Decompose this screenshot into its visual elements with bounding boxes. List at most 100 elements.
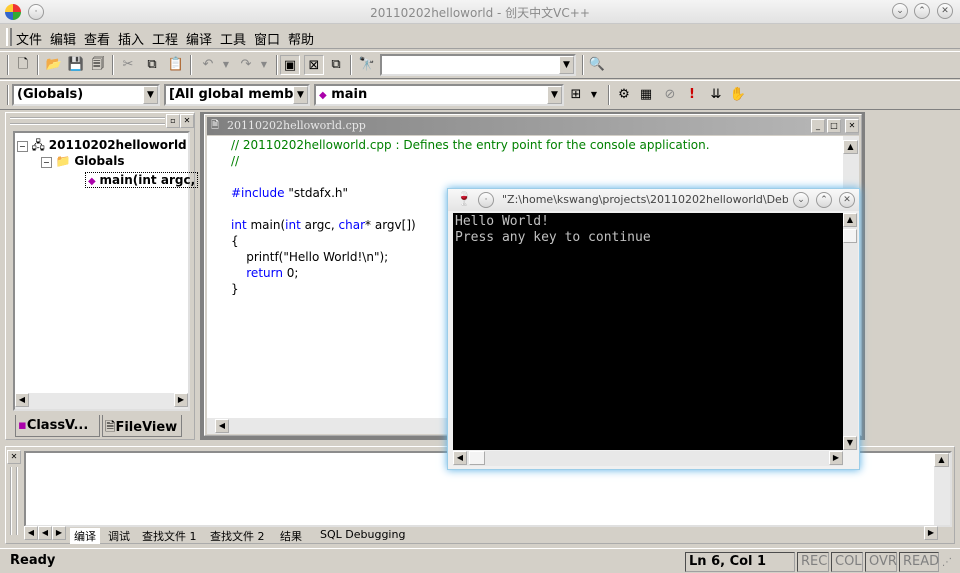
filter-combo[interactable]: [All global members ▼ bbox=[164, 84, 310, 106]
resize-grip-icon[interactable]: ⋰ bbox=[942, 557, 958, 573]
save-all-icon[interactable]: 🗐 bbox=[88, 55, 108, 75]
scroll-left-icon[interactable]: ◀ bbox=[453, 451, 467, 465]
collapse-icon[interactable]: − bbox=[17, 141, 28, 152]
console-vscrollbar[interactable]: ▲ ▼ bbox=[843, 213, 858, 450]
console-output[interactable]: Hello World! Press any key to continue bbox=[453, 213, 843, 450]
window-list-icon[interactable]: ⧉ bbox=[326, 55, 346, 75]
console-hscrollbar[interactable]: ◀ ▶ bbox=[453, 451, 843, 466]
console-menu-button[interactable]: · bbox=[478, 192, 494, 208]
find-in-files-icon[interactable]: 🔭 bbox=[357, 55, 377, 75]
menu-insert[interactable]: 插入 bbox=[118, 29, 144, 48]
workspace-close-button[interactable]: ✕ bbox=[180, 114, 194, 128]
output-grip bbox=[10, 467, 18, 535]
scroll-up-icon[interactable]: ▲ bbox=[843, 140, 858, 154]
editor-close-button[interactable]: ✕ bbox=[845, 119, 859, 133]
undo-dropdown-icon[interactable]: ▼ bbox=[216, 55, 236, 75]
tab-prev-icon[interactable]: ◀ bbox=[38, 526, 52, 540]
maximize-button[interactable]: ⌃ bbox=[914, 3, 930, 19]
indicator-read: READ bbox=[899, 552, 939, 572]
console-line: Hello World! bbox=[455, 214, 549, 229]
tree-folder[interactable]: − 📁 Globals bbox=[41, 154, 124, 168]
indicator-rec: REC bbox=[797, 552, 829, 572]
scroll-right-icon[interactable]: ▶ bbox=[174, 393, 188, 407]
go-icon[interactable]: ⇊ bbox=[706, 85, 726, 105]
menu-window[interactable]: 窗口 bbox=[254, 29, 280, 48]
paste-icon[interactable]: 📋 bbox=[166, 55, 186, 75]
redo-dropdown-icon[interactable]: ▼ bbox=[254, 55, 274, 75]
output-tabs: ◀ ◀ ▶ 编译 调试 查找文件 1 查找文件 2 结果 SQL Debuggi… bbox=[24, 525, 944, 544]
compile-icon[interactable]: ⚙ bbox=[614, 85, 634, 105]
editor-maximize-button[interactable]: □ bbox=[827, 119, 841, 133]
find-icon[interactable]: 🔍 bbox=[587, 55, 607, 75]
save-icon[interactable]: 💾 bbox=[66, 55, 86, 75]
member-combo[interactable]: ◆ main ▼ bbox=[314, 84, 564, 106]
build-icon[interactable]: ▦ bbox=[636, 85, 656, 105]
redo-icon[interactable]: ↷ bbox=[236, 55, 256, 75]
filter-combo-dropdown-icon[interactable]: ▼ bbox=[293, 86, 308, 104]
menu-tools[interactable]: 工具 bbox=[220, 29, 246, 48]
scroll-thumb[interactable] bbox=[469, 451, 485, 465]
scope-combo-dropdown-icon[interactable]: ▼ bbox=[143, 86, 158, 104]
output-vscrollbar[interactable]: ▲ bbox=[934, 453, 950, 525]
scope-combo[interactable]: (Globals) ▼ bbox=[12, 84, 160, 106]
copy-icon[interactable]: ⧉ bbox=[142, 55, 162, 75]
tab-fileview[interactable]: 🗎FileView bbox=[102, 415, 182, 437]
menu-build[interactable]: 编译 bbox=[186, 29, 212, 48]
code-line: // 20110202helloworld.cpp : Defines the … bbox=[231, 138, 710, 152]
tab-find-in-files-1[interactable]: 查找文件 1 bbox=[142, 528, 197, 544]
tab-classview[interactable]: ▪ClassV... bbox=[15, 415, 100, 437]
console-maximize-button[interactable]: ⌃ bbox=[816, 192, 832, 208]
open-icon[interactable]: 📂 bbox=[44, 55, 64, 75]
console-minimize-button[interactable]: ⌄ bbox=[793, 192, 809, 208]
workspace-icon[interactable]: ▣ bbox=[280, 55, 300, 75]
menu-help[interactable]: 帮助 bbox=[288, 29, 314, 48]
tab-first-icon[interactable]: ◀ bbox=[24, 526, 38, 540]
execute-icon[interactable]: ! bbox=[682, 85, 702, 105]
minimize-button[interactable]: ⌄ bbox=[892, 3, 908, 19]
wizard-action-dropdown-icon[interactable]: ▼ bbox=[584, 85, 604, 105]
scroll-up-icon[interactable]: ▲ bbox=[934, 453, 949, 467]
editor-minimize-button[interactable]: _ bbox=[811, 119, 825, 133]
scroll-down-icon[interactable]: ▼ bbox=[843, 436, 857, 450]
menu-file[interactable]: 文件 bbox=[16, 29, 42, 48]
editor-titlebar: 🗎 20110202helloworld.cpp _ □ ✕ bbox=[207, 117, 859, 135]
tab-build[interactable]: 编译 bbox=[70, 528, 100, 544]
tree-hscrollbar[interactable]: ◀ ▶ bbox=[15, 393, 188, 409]
new-file-icon[interactable]: 🗋 bbox=[13, 55, 33, 75]
workspace-maximize-button[interactable]: ▫ bbox=[166, 114, 180, 128]
output-window-icon[interactable]: ⊠ bbox=[304, 55, 324, 75]
tab-last-icon[interactable]: ▶ bbox=[52, 526, 66, 540]
tab-sql-debugging[interactable]: SQL Debugging bbox=[320, 528, 405, 541]
folder-icon: 📁 bbox=[55, 154, 71, 168]
fileview-icon: 🗎 bbox=[105, 420, 116, 435]
menu-view[interactable]: 查看 bbox=[84, 29, 110, 48]
menu-project[interactable]: 工程 bbox=[152, 29, 178, 48]
find-combo[interactable]: ▼ bbox=[380, 54, 576, 76]
tab-debug[interactable]: 调试 bbox=[108, 528, 130, 544]
member-combo-dropdown-icon[interactable]: ▼ bbox=[547, 86, 562, 104]
scroll-left-icon[interactable]: ◀ bbox=[15, 393, 29, 407]
indicator-col: COL bbox=[831, 552, 863, 572]
tab-results[interactable]: 结果 bbox=[280, 528, 302, 544]
collapse-icon[interactable]: − bbox=[41, 157, 52, 168]
cut-icon[interactable]: ✂ bbox=[118, 55, 138, 75]
output-close-button[interactable]: ✕ bbox=[7, 450, 21, 464]
undo-icon[interactable]: ↶ bbox=[198, 55, 218, 75]
console-close-button[interactable]: ✕ bbox=[839, 192, 855, 208]
console-line: Press any key to continue bbox=[455, 230, 651, 245]
scroll-right-icon[interactable]: ▶ bbox=[924, 526, 938, 540]
close-button[interactable]: ✕ bbox=[937, 3, 953, 19]
menu-edit[interactable]: 编辑 bbox=[50, 29, 76, 48]
scroll-left-icon[interactable]: ◀ bbox=[215, 419, 229, 433]
window-title: 20110202helloworld - 创天中文VC++ bbox=[370, 6, 590, 20]
wizard-action-icon[interactable]: ⊞ bbox=[566, 85, 586, 105]
scroll-thumb[interactable] bbox=[843, 229, 857, 243]
find-combo-dropdown-icon[interactable]: ▼ bbox=[559, 56, 574, 74]
scroll-up-icon[interactable]: ▲ bbox=[843, 213, 857, 227]
tree-item-main[interactable]: ◆ main(int argc, bbox=[85, 172, 199, 188]
tab-find-in-files-2[interactable]: 查找文件 2 bbox=[210, 528, 265, 544]
scroll-right-icon[interactable]: ▶ bbox=[829, 451, 843, 465]
breakpoint-hand-icon[interactable]: ✋ bbox=[728, 85, 748, 105]
stop-build-icon[interactable]: ⊘ bbox=[660, 85, 680, 105]
